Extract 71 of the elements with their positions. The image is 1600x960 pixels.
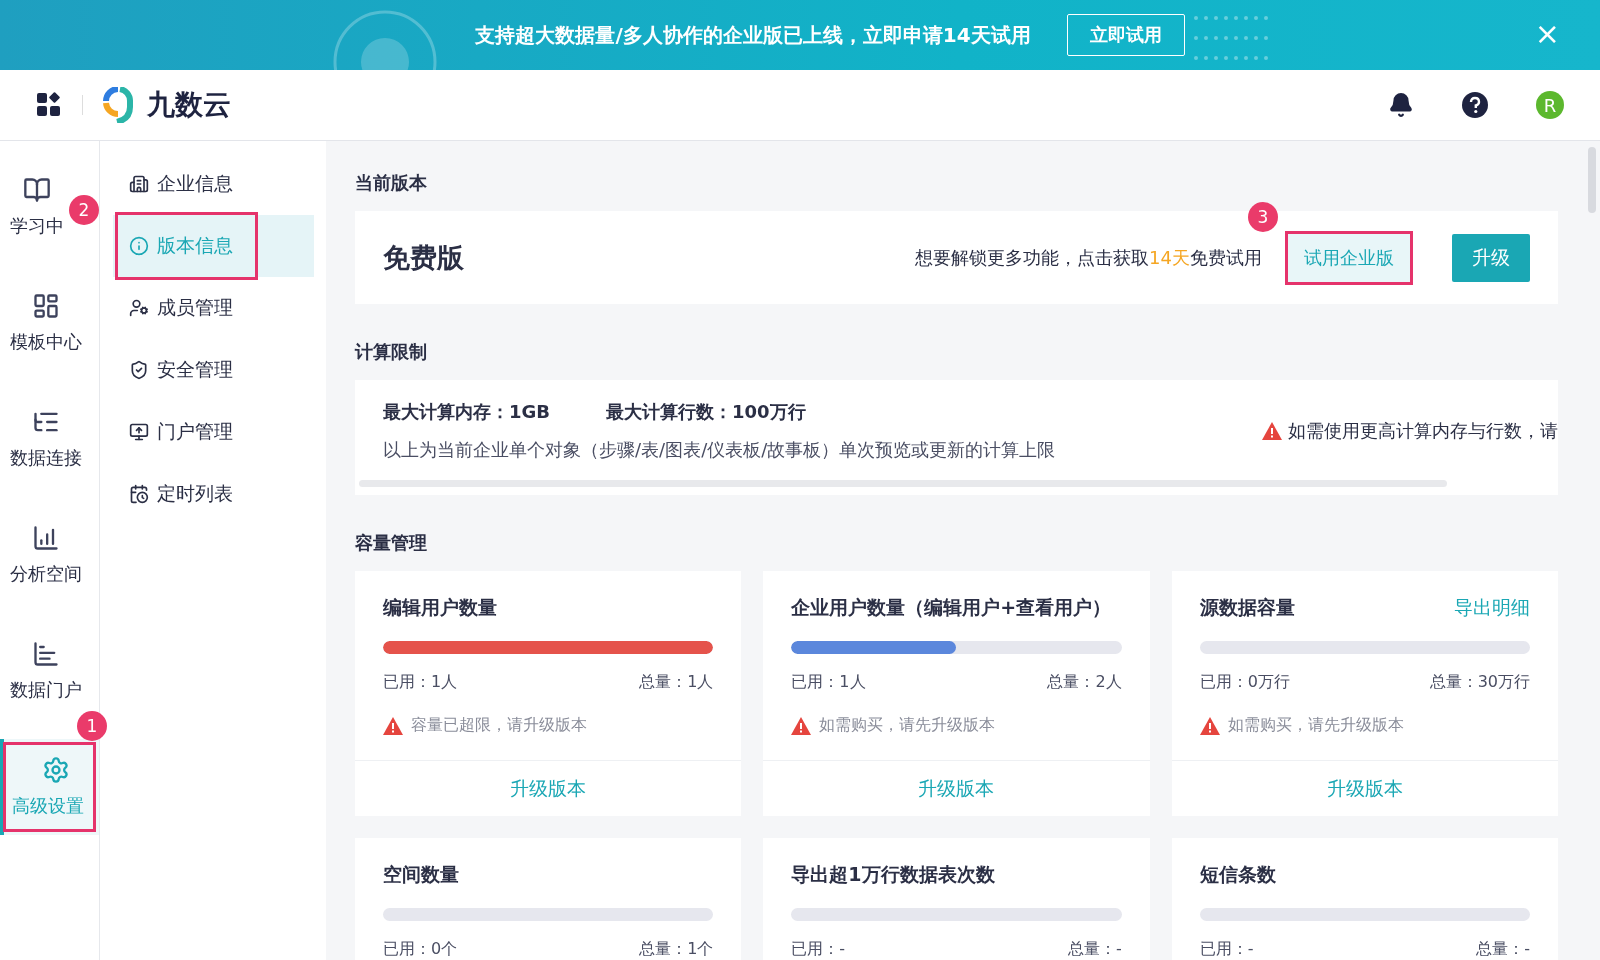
menu-item[interactable]: 定时列表 xyxy=(113,463,314,525)
user-avatar[interactable]: R xyxy=(1536,91,1564,119)
warning-text: 如需购买，请先升级版本 xyxy=(1227,715,1404,736)
warning-icon xyxy=(1262,422,1282,441)
export-link[interactable]: 导出明细 xyxy=(1454,595,1530,621)
step-badge: 3 xyxy=(1248,201,1278,232)
card-title: 编辑用户数量 xyxy=(383,595,497,620)
card-title: 导出超1万行数据表次数 xyxy=(791,862,995,887)
warning-text: 如需购买，请先升级版本 xyxy=(819,715,996,736)
try-now-button[interactable]: 立即试用 xyxy=(1066,14,1185,56)
help-icon[interactable] xyxy=(1462,92,1488,118)
rail-item[interactable]: 数据连接 xyxy=(10,391,82,487)
rail-item[interactable]: 高级设置 xyxy=(0,739,99,835)
chart-icon xyxy=(32,524,60,552)
menu-item[interactable]: 安全管理 xyxy=(113,339,314,401)
used-amount: 已用：1人 xyxy=(791,672,866,693)
warning-text: 容量已超限，请升级版本 xyxy=(411,715,587,736)
monitor-icon xyxy=(129,422,149,442)
menu-item[interactable]: 版本信息 xyxy=(113,215,314,277)
brand-name: 九数云 xyxy=(147,87,231,123)
book-icon xyxy=(23,176,51,204)
promo-text: 想要解锁更多功能，点击获取14天免费试用 xyxy=(915,245,1262,270)
step-badge: 1 xyxy=(77,711,107,741)
used-amount: 已用：- xyxy=(1199,939,1254,960)
warning-text: 如需使用更高计算内存与行数，请 xyxy=(1288,419,1558,444)
notification-icon[interactable] xyxy=(1388,92,1414,118)
card-title: 空间数量 xyxy=(383,862,459,887)
rail-item[interactable]: 模板中心 xyxy=(10,275,82,371)
total-amount: 总量：30万行 xyxy=(1429,672,1530,693)
section-title: 容量管理 xyxy=(355,531,428,555)
limit-description: 以上为当前企业单个对象（步骤/表/图表/仪表板/故事板）单次预览或更新的计算上限 xyxy=(383,438,1057,463)
card-title: 短信条数 xyxy=(1199,862,1276,887)
user-gear-icon xyxy=(129,298,149,318)
trial-button[interactable]: 试用企业版 xyxy=(1288,233,1410,282)
menu-item[interactable]: 企业信息 xyxy=(113,153,314,215)
plan-name: 免费版 xyxy=(383,240,464,275)
close-button[interactable]: × xyxy=(1534,20,1560,48)
warning-icon xyxy=(383,716,403,735)
used-amount: 已用：0万行 xyxy=(1199,672,1290,693)
dashboard-icon xyxy=(32,292,60,320)
apps-icon[interactable] xyxy=(36,92,62,118)
warning-icon xyxy=(1199,716,1220,735)
menu-item[interactable]: 门户管理 xyxy=(113,401,314,463)
card-title: 源数据容量 xyxy=(1199,595,1295,620)
row-limit: 最大计算行数：100万行 xyxy=(606,400,806,425)
building-icon xyxy=(129,174,149,194)
info-icon xyxy=(129,236,149,256)
total-amount: 总量：- xyxy=(1476,939,1530,960)
calendar-clock-icon xyxy=(129,484,149,504)
total-amount: 总量：1人 xyxy=(639,672,714,693)
total-amount: 总量：- xyxy=(1067,939,1122,960)
banner-message: 支持超大数据量/多人协作的企业版已上线，立即申请14天试用 xyxy=(475,21,1031,49)
section-title: 当前版本 xyxy=(355,171,428,195)
rail-item[interactable]: 分析空间 xyxy=(10,507,82,603)
used-amount: 已用：0个 xyxy=(383,939,458,960)
memory-limit: 最大计算内存：1GB xyxy=(383,400,551,425)
scrollbar[interactable] xyxy=(1588,147,1596,213)
total-amount: 总量：1个 xyxy=(639,939,714,960)
used-amount: 已用：1人 xyxy=(383,672,458,693)
logo-icon xyxy=(103,87,133,123)
total-amount: 总量：2人 xyxy=(1047,672,1122,693)
rail-item[interactable]: 学习中 xyxy=(10,159,64,255)
card-title: 企业用户数量（编辑用户+查看用户） xyxy=(791,595,1112,620)
menu-item[interactable]: 成员管理 xyxy=(113,277,314,339)
bar-chart-icon xyxy=(32,640,60,668)
section-title: 计算限制 xyxy=(355,340,428,365)
upgrade-button[interactable]: 升级 xyxy=(1452,233,1530,282)
warning-icon xyxy=(791,716,812,735)
settings-icon xyxy=(41,756,70,784)
shield-icon xyxy=(129,360,149,380)
used-amount: 已用：- xyxy=(791,939,846,960)
